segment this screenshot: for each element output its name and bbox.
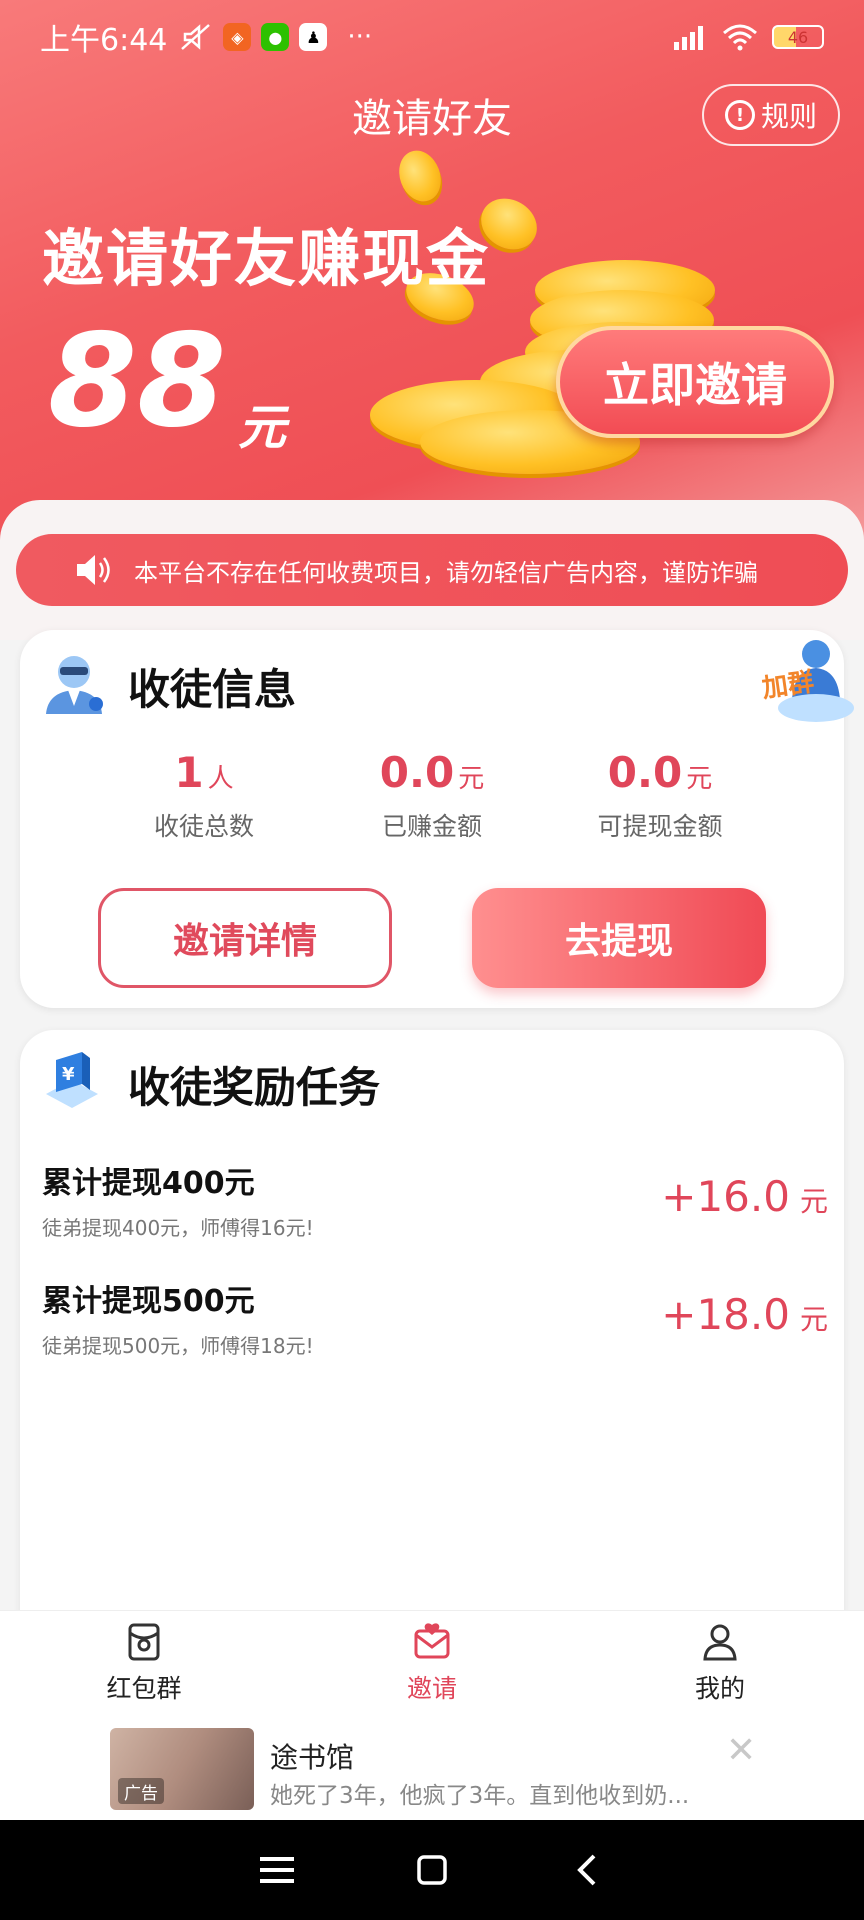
hero-amount-unit: 元 <box>238 400 287 456</box>
speaker-icon <box>77 555 110 585</box>
status-time: 上午6:44 <box>40 23 168 58</box>
join-group-icon: 加群 <box>760 640 854 722</box>
reward-tasks-card: ¥ 收徒奖励任务 累计提现400元 徒弟提现400元，师傅得16元! +16.0… <box>20 1030 844 1630</box>
person-icon <box>703 1624 737 1661</box>
wechat-icon: ● <box>261 23 290 51</box>
nav-label: 我的 <box>694 1674 745 1703</box>
stat-total-disciples: 1人 收徒总数 <box>90 748 318 843</box>
nav-item-red-envelope-group[interactable]: 红包群 <box>0 1611 288 1716</box>
notice-banner: 本平台不存在任何收费项目，请勿轻信广告内容，谨防诈骗 <box>16 534 848 606</box>
invite-envelope-icon <box>414 1623 450 1659</box>
hero-banner: 上午6:44 ◈ ● ♟ ··· 46 邀请好友 ! 规则 邀请好友赚现金 88… <box>0 0 864 580</box>
task-reward-unit: 元 <box>799 1303 828 1336</box>
status-system-icons: 46 <box>672 23 824 51</box>
nav-item-invite[interactable]: 邀请 <box>288 1611 576 1716</box>
stat-label: 收徒总数 <box>153 812 254 841</box>
stat-unit: 元 <box>686 764 713 794</box>
svg-text:¥: ¥ <box>62 1064 75 1085</box>
invite-now-button[interactable]: 立即邀请 <box>556 326 834 438</box>
stat-value: 1 <box>174 748 204 797</box>
qq-icon: ♟ <box>299 23 328 51</box>
more-notifications-icon: ··· <box>347 22 373 52</box>
disciple-info-title: 收徒信息 <box>128 665 297 714</box>
task-reward: +16.0 元 <box>661 1172 828 1221</box>
red-envelope-icon <box>128 1623 160 1661</box>
withdraw-button[interactable]: 去提现 <box>472 888 766 988</box>
status-notification-icons: ◈ ● ♟ ··· <box>179 22 372 52</box>
stat-label: 已赚金额 <box>381 812 482 841</box>
ad-tag: 广告 <box>118 1778 164 1804</box>
join-group-button[interactable]: 加群 <box>756 636 856 728</box>
wifi-icon <box>723 24 757 51</box>
stat-label: 可提现金额 <box>597 812 723 841</box>
status-bar: 上午6:44 ◈ ● ♟ ··· 46 <box>0 0 864 74</box>
notice-text: 本平台不存在任何收费项目，请勿轻信广告内容，谨防诈骗 <box>134 558 758 587</box>
task-reward: +18.0 元 <box>661 1290 828 1339</box>
stat-withdrawable-amount: 0.0 元 可提现金额 <box>546 748 774 843</box>
agent-avatar-icon <box>46 656 103 714</box>
rules-label: 规则 <box>760 100 817 133</box>
system-navigation-bar <box>0 1820 864 1920</box>
ad-banner[interactable]: 广告 途书馆 她死了3年，他疯了3年。直到他收到奶... ✕ <box>0 1716 864 1820</box>
stat-unit: 人 <box>207 764 234 794</box>
reward-tasks-title: 收徒奖励任务 <box>128 1063 381 1112</box>
yuan-coin-icon: ¥ <box>46 1052 98 1108</box>
stat-value: 0.0 <box>379 748 455 797</box>
disciple-info-card: 收徒信息 加群 1人 收徒总数 0.0 元 已赚金额 0.0 元 可提现金额 邀请详… <box>20 630 854 1008</box>
task-item: 累计提现400元 徒弟提现400元，师傅得16元! +16.0 元 <box>42 1158 828 1241</box>
menu-icon[interactable] <box>255 1848 299 1892</box>
battery-icon: 46 <box>772 25 824 49</box>
disciple-stats: 1人 收徒总数 0.0 元 已赚金额 0.0 元 可提现金额 <box>20 748 844 843</box>
nav-label: 邀请 <box>406 1674 457 1703</box>
ad-description: 她死了3年，他疯了3年。直到他收到奶... <box>270 1783 690 1809</box>
task-reward-value: +18.0 <box>661 1290 790 1339</box>
rules-button[interactable]: ! 规则 <box>702 84 840 146</box>
invite-details-button[interactable]: 邀请详情 <box>98 888 392 988</box>
hero-headline: 邀请好友赚现金 <box>42 222 491 295</box>
signal-icon <box>674 26 703 50</box>
nav-item-mine[interactable]: 我的 <box>576 1611 864 1716</box>
back-icon[interactable] <box>565 1848 609 1892</box>
home-icon[interactable] <box>410 1848 454 1892</box>
close-icon[interactable]: ✕ <box>726 1730 756 1771</box>
mute-icon <box>181 24 211 50</box>
info-icon: ! <box>724 100 755 130</box>
ad-title: 途书馆 <box>270 1741 355 1774</box>
bottom-nav: 红包群 邀请 我的 <box>0 1610 864 1716</box>
stat-earned-amount: 0.0 元 已赚金额 <box>318 748 546 843</box>
task-item: 累计提现500元 徒弟提现500元，师傅得18元! +18.0 元 <box>42 1276 828 1359</box>
stat-value: 0.0 <box>607 748 683 797</box>
nav-label: 红包群 <box>106 1674 182 1703</box>
task-reward-value: +16.0 <box>661 1172 790 1221</box>
ad-thumbnail: 广告 <box>110 1728 254 1810</box>
task-reward-unit: 元 <box>799 1185 828 1218</box>
hero-amount: 88 <box>48 307 227 456</box>
stat-unit: 元 <box>458 764 485 794</box>
app-notification-icon: ◈ <box>223 23 252 51</box>
